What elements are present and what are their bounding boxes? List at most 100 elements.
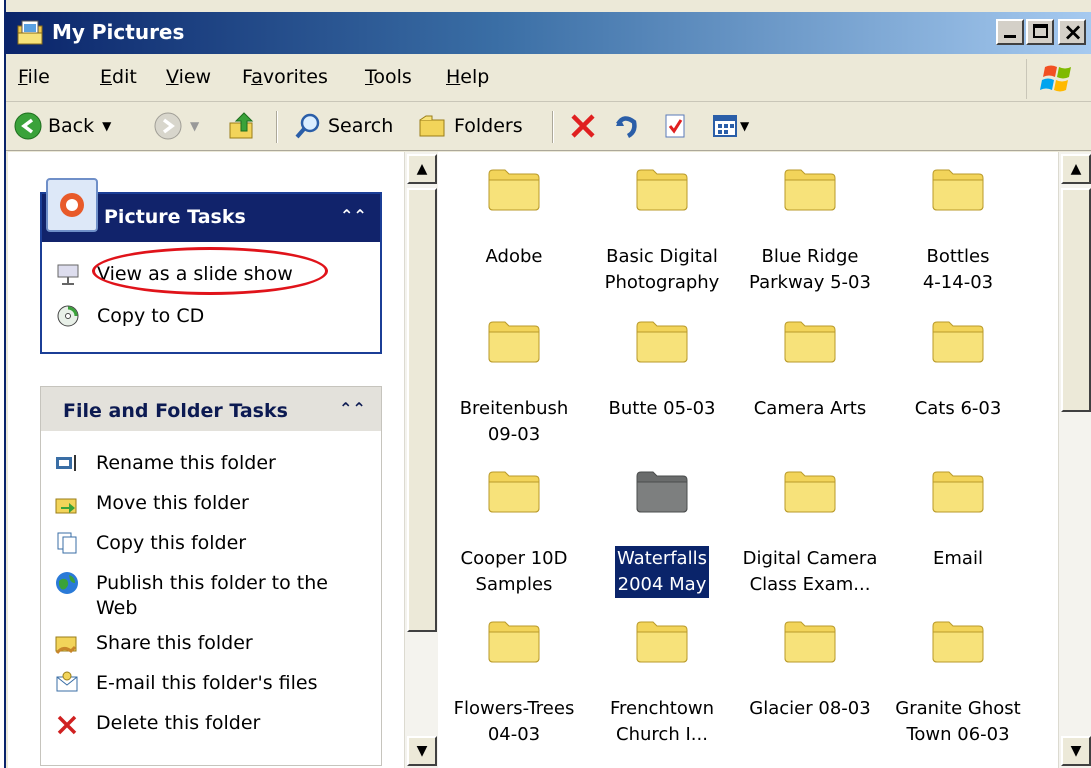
folder-item[interactable]: Email (888, 468, 1028, 572)
folder-item[interactable]: Waterfalls 2004 May (592, 468, 732, 598)
folder-name-line2: 04-03 (487, 724, 541, 745)
folder-name-line1: Granite Ghost (895, 698, 1021, 719)
collapse-chevron-icon[interactable]: ⌃⌃ (340, 206, 367, 225)
folders-button[interactable]: Folders (418, 111, 523, 141)
up-folder-button[interactable] (228, 111, 258, 141)
folder-name-line1: Cats 6-03 (914, 398, 1002, 419)
delete-folder-link[interactable]: Delete this folder (55, 711, 260, 736)
folder-item[interactable]: Granite Ghost Town 06-03 (888, 618, 1028, 748)
undo-button[interactable] (612, 111, 640, 141)
search-label: Search (328, 115, 394, 137)
folder-name: Blue Ridge Parkway 5-03 (747, 244, 873, 296)
file-tasks-header[interactable]: File and Folder Tasks ⌃⌃ (41, 387, 381, 431)
scroll-down-arrow-icon[interactable]: ▼ (407, 736, 437, 766)
picture-tasks-photo-icon (46, 178, 98, 232)
views-button[interactable]: ▼ (712, 111, 749, 141)
folder-name: Cooper 10D Samples (459, 546, 570, 598)
maximize-icon (1033, 24, 1048, 38)
folder-item[interactable]: Breitenbush 09-03 (444, 318, 584, 448)
folder-item[interactable]: Flowers-Trees 04-03 (444, 618, 584, 748)
share-folder-link[interactable]: Share this folder (55, 631, 253, 656)
folder-item[interactable]: Butte 05-03 (592, 318, 732, 422)
folder-name: Frenchtown Church I... (608, 696, 716, 748)
folder-name-line1: Adobe (485, 246, 543, 267)
folder-name: Adobe (484, 244, 545, 270)
folder-item[interactable]: Adobe (444, 166, 584, 270)
menu-favorites[interactable]: Favorites (242, 66, 328, 88)
folder-item[interactable]: Basic Digital Photography (592, 166, 732, 296)
minimize-button[interactable] (996, 19, 1024, 45)
move-folder-label: Move this folder (96, 492, 249, 514)
folder-name-line1: Basic Digital (606, 246, 718, 267)
file-folder-tasks-panel: File and Folder Tasks ⌃⌃ Rename this fol… (40, 386, 382, 766)
menu-help-label: elp (460, 66, 490, 88)
folder-name: Basic Digital Photography (603, 244, 722, 296)
folder-name-line2: Samples (475, 574, 553, 595)
menu-view[interactable]: View (166, 66, 211, 88)
menu-favorites-pre: F (242, 66, 252, 88)
folder-name-line2: Church I... (616, 724, 708, 745)
view-slideshow-link[interactable]: View as a slide show (56, 262, 293, 287)
scroll-down-arrow-icon[interactable]: ▼ (1061, 736, 1091, 766)
folder-item[interactable]: Cats 6-03 (888, 318, 1028, 422)
menu-help-accel: H (446, 66, 461, 88)
close-button[interactable]: × (1058, 18, 1086, 46)
folder-view-scrollbar[interactable]: ▲ ▼ (1058, 152, 1091, 768)
publish-label-line2: Web (96, 597, 138, 619)
back-label: Back (48, 115, 95, 137)
menu-tools[interactable]: Tools (365, 66, 412, 88)
rename-folder-link[interactable]: Rename this folder (55, 451, 276, 476)
email-folder-files-link[interactable]: E-mail this folder's files (55, 671, 317, 696)
scrollbar-thumb[interactable] (407, 188, 437, 632)
properties-button[interactable] (662, 111, 688, 141)
scroll-up-arrow-icon[interactable]: ▲ (407, 154, 437, 184)
collapse-chevron-icon[interactable]: ⌃⌃ (339, 399, 366, 418)
move-folder-link[interactable]: Move this folder (55, 491, 249, 516)
publish-folder-web-link[interactable]: Publish this folder to the Web (55, 571, 328, 621)
copy-to-cd-link[interactable]: Copy to CD (56, 304, 204, 329)
folder-icon (781, 618, 839, 664)
folder-name: Bottles 4-14-03 (921, 244, 995, 296)
folder-name: Breitenbush 09-03 (458, 396, 571, 448)
folder-item[interactable]: Cooper 10D Samples (444, 468, 584, 598)
maximize-button[interactable] (1026, 19, 1054, 45)
search-button[interactable]: Search (294, 111, 393, 141)
task-pane-scrollbar[interactable]: ▲ ▼ (404, 152, 438, 768)
folder-name-line1: Bottles (926, 246, 990, 267)
folder-item[interactable]: Glacier 08-03 (740, 618, 880, 722)
folder-item[interactable]: Digital Camera Class Exam... (740, 468, 880, 598)
forward-button[interactable]: ▼ (154, 111, 199, 141)
menu-edit-label: dit (112, 66, 137, 88)
forward-dropdown-icon[interactable]: ▼ (190, 119, 199, 133)
delete-folder-label: Delete this folder (96, 712, 261, 734)
folder-name-line1: Waterfalls (617, 548, 707, 569)
delete-button[interactable] (569, 111, 597, 141)
title-bar[interactable]: My Pictures × (6, 12, 1091, 54)
folder-name-line1: Butte 05-03 (608, 398, 716, 419)
rename-folder-label: Rename this folder (96, 452, 276, 474)
folder-icon (633, 618, 691, 664)
folder-name: Email (931, 546, 985, 572)
picture-tasks-title: Picture Tasks (104, 206, 246, 228)
menu-help[interactable]: Help (446, 66, 489, 88)
email-icon (55, 671, 79, 695)
back-button[interactable]: Back ▼ (14, 111, 111, 141)
scrollbar-thumb[interactable] (1061, 188, 1091, 412)
minimize-icon (1004, 35, 1016, 38)
back-dropdown-icon[interactable]: ▼ (102, 119, 111, 133)
email-folder-files-label: E-mail this folder's files (96, 672, 318, 694)
folder-name-line2: Parkway 5-03 (749, 272, 871, 293)
search-icon (295, 113, 320, 139)
folder-item[interactable]: Frenchtown Church I... (592, 618, 732, 748)
folder-icon (485, 318, 543, 364)
menu-edit[interactable]: Edit (100, 66, 137, 88)
folder-name-line1: Camera Arts (753, 398, 867, 419)
views-dropdown-icon[interactable]: ▼ (740, 119, 749, 133)
folder-item[interactable]: Camera Arts (740, 318, 880, 422)
scroll-up-arrow-icon[interactable]: ▲ (1061, 154, 1091, 184)
windows-logo-icon (1026, 59, 1086, 99)
menu-file[interactable]: File (18, 66, 50, 88)
copy-folder-link[interactable]: Copy this folder (55, 531, 246, 556)
folder-item[interactable]: Blue Ridge Parkway 5-03 (740, 166, 880, 296)
folder-item[interactable]: Bottles 4-14-03 (888, 166, 1028, 296)
